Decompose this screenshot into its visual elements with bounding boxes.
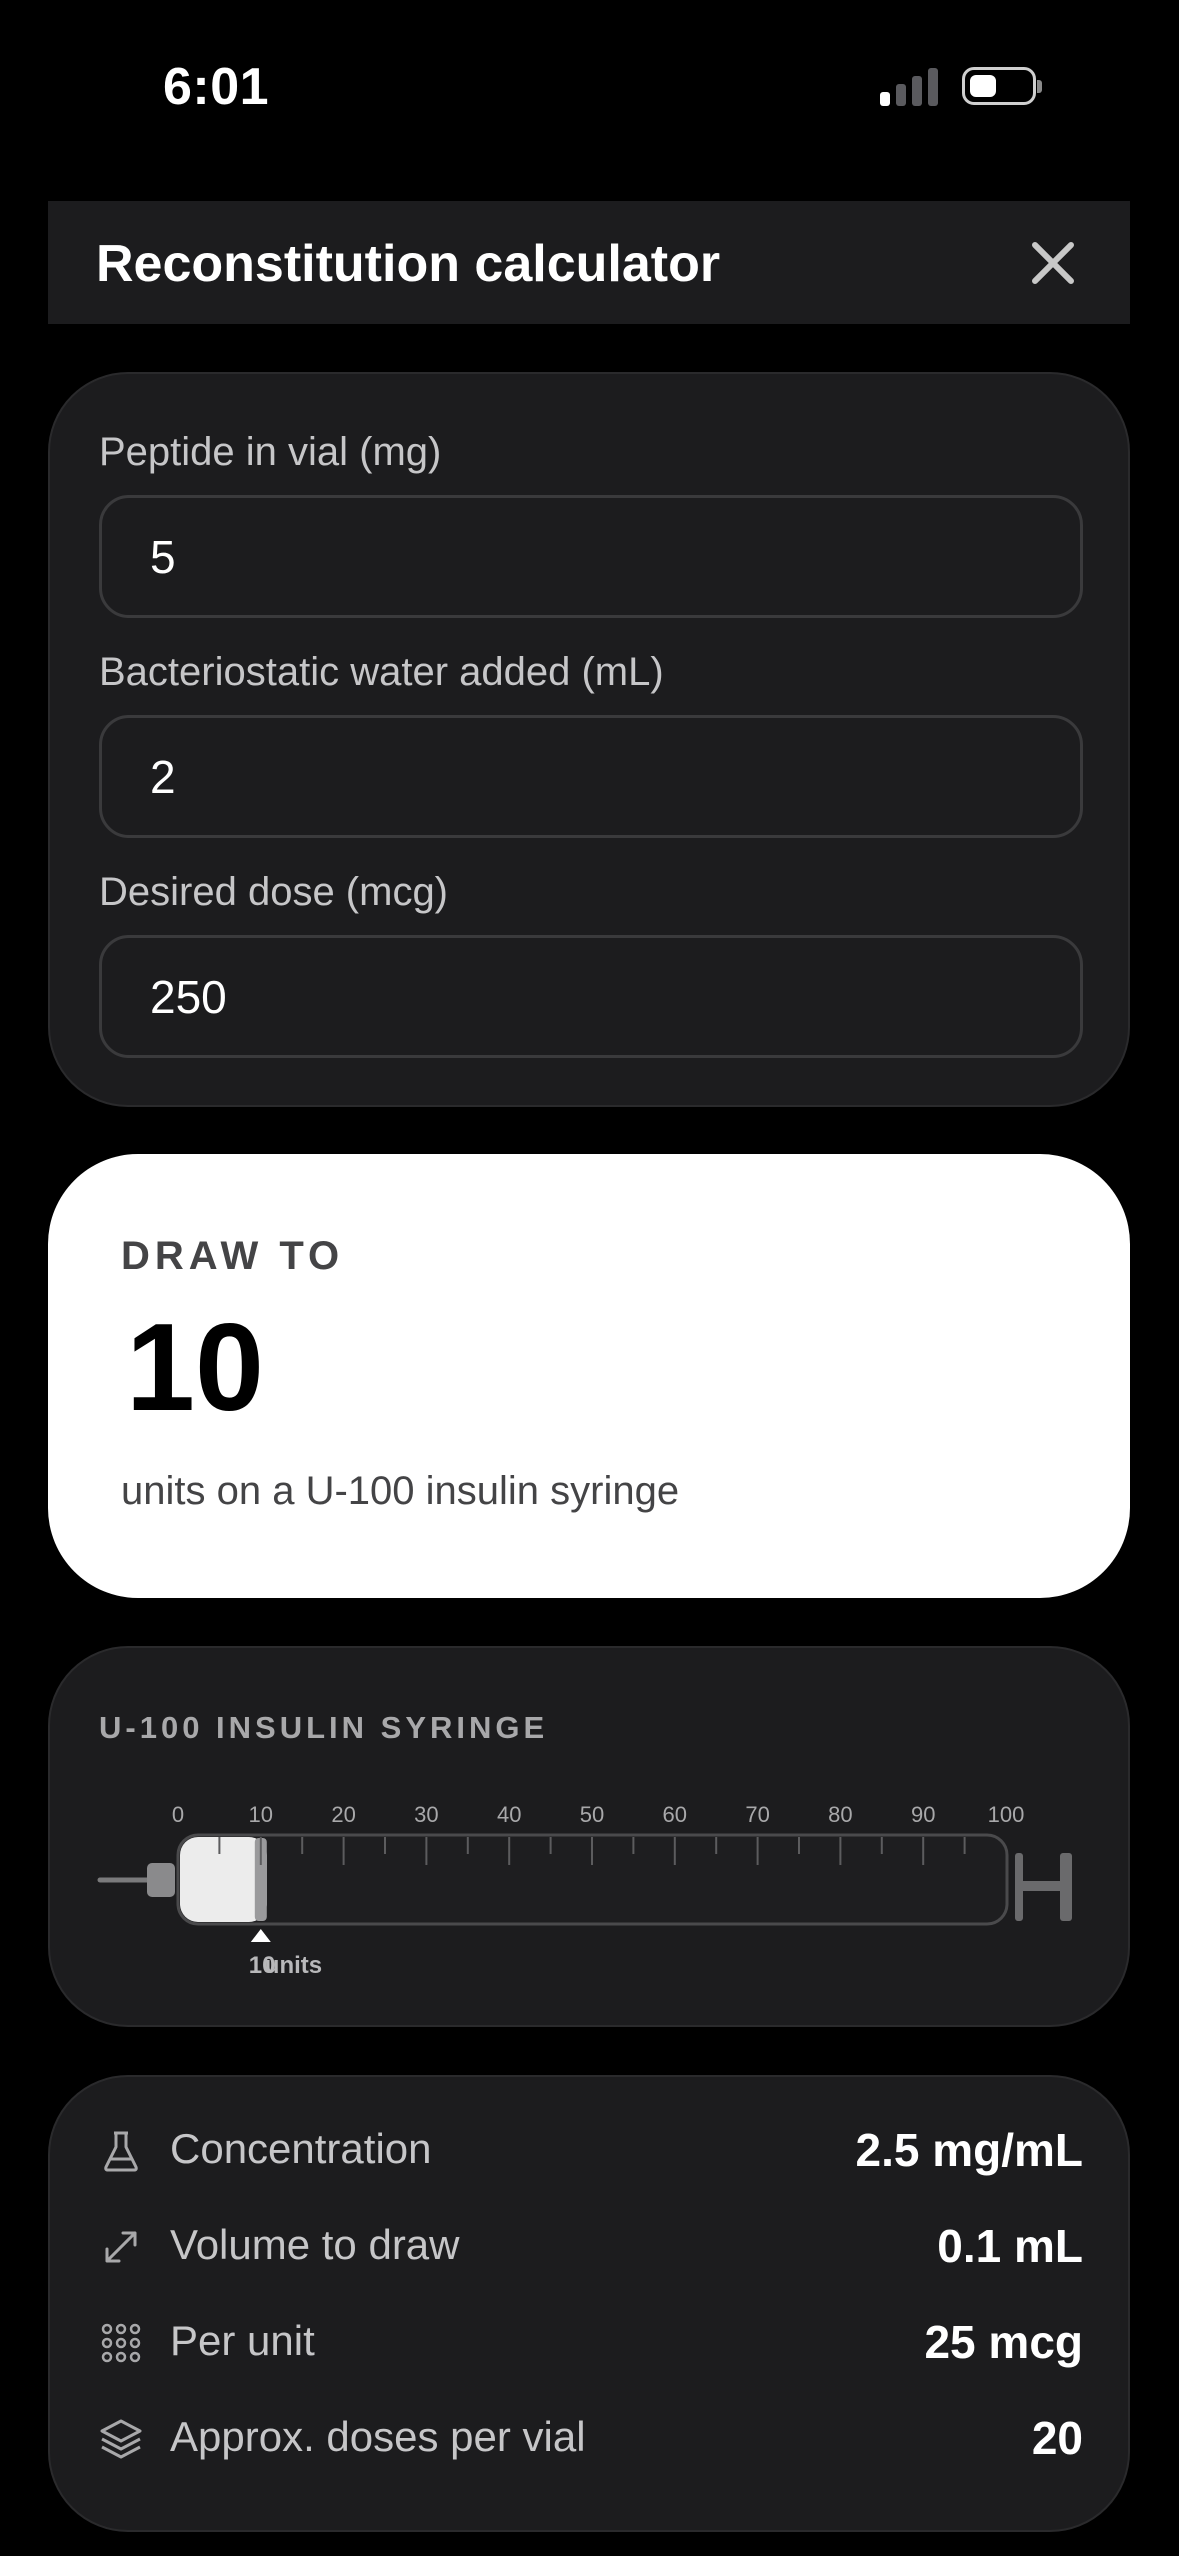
water-label: Bacteriostatic water added (mL) bbox=[99, 650, 664, 694]
status-time: 6:01 bbox=[163, 58, 270, 116]
syringe-graphic: 0 10 20 30 40 50 60 70 80 90 100 10 units bbox=[97, 1802, 1072, 1979]
stat-label: Volume to draw bbox=[170, 2221, 460, 2268]
syringe-tick-label: 80 bbox=[828, 1802, 852, 1827]
stat-value: 0.1 mL bbox=[937, 2220, 1083, 2272]
battery-icon bbox=[962, 67, 1042, 105]
stat-row-concentration: Concentration 2.5 mg/mL bbox=[50, 2103, 1132, 2199]
syringe-tick-label: 10 bbox=[249, 1802, 273, 1827]
syringe-tick-label: 0 bbox=[172, 1802, 184, 1827]
syringe-thumb-rest bbox=[1060, 1853, 1072, 1921]
header-bar: Reconstitution calculator bbox=[48, 201, 1130, 324]
result-kicker: DRAW TO bbox=[121, 1234, 345, 1278]
syringe-tick-label: 70 bbox=[745, 1802, 769, 1827]
dose-label: Desired dose (mcg) bbox=[99, 870, 449, 914]
result-card: DRAW TO 10 units on a U-100 insulin syri… bbox=[48, 1154, 1130, 1598]
syringe-tick-label: 100 bbox=[988, 1802, 1025, 1827]
syringe-tick-label: 30 bbox=[414, 1802, 438, 1827]
syringe-plunger-rod bbox=[1023, 1881, 1063, 1891]
syringe-tick-labels: 0 10 20 30 40 50 60 70 80 90 100 bbox=[172, 1802, 1024, 1827]
result-value: 10 bbox=[126, 1299, 264, 1437]
stat-row-doses: Approx. doses per vial 20 bbox=[50, 2391, 1132, 2487]
stats-card: Concentration 2.5 mg/mL Volume to draw 0… bbox=[48, 2075, 1130, 2532]
syringe-hub bbox=[147, 1863, 175, 1897]
stack-layers-icon bbox=[100, 2419, 142, 2459]
water-input[interactable] bbox=[99, 715, 1083, 838]
stat-row-per-unit: Per unit 25 mcg bbox=[50, 2295, 1132, 2391]
stat-label: Per unit bbox=[170, 2317, 315, 2364]
stat-label: Approx. doses per vial bbox=[170, 2413, 586, 2460]
syringe-tick-label: 40 bbox=[497, 1802, 521, 1827]
dot-grid-icon bbox=[101, 2323, 141, 2363]
syringe-marker-unit: units bbox=[265, 1952, 322, 1979]
result-subtitle: units on a U-100 insulin syringe bbox=[121, 1469, 680, 1513]
syringe-flange bbox=[1015, 1853, 1023, 1921]
syringe-fill-level bbox=[180, 1837, 267, 1922]
syringe-marker-triangle bbox=[250, 1929, 271, 1942]
cellular-signal-icon bbox=[880, 66, 942, 106]
close-icon bbox=[1032, 242, 1074, 284]
peptide-input[interactable] bbox=[99, 495, 1083, 618]
flask-icon bbox=[104, 2131, 138, 2172]
syringe-tick-label: 50 bbox=[580, 1802, 604, 1827]
close-button[interactable] bbox=[1023, 233, 1083, 293]
inputs-card: Peptide in vial (mg) Bacteriostatic wate… bbox=[48, 372, 1130, 1107]
stat-value: 2.5 mg/mL bbox=[855, 2124, 1083, 2176]
stat-value: 20 bbox=[1031, 2412, 1083, 2464]
peptide-label: Peptide in vial (mg) bbox=[99, 430, 442, 474]
syringe-tick-label: 60 bbox=[663, 1802, 687, 1827]
syringe-card: U-100 INSULIN SYRINGE 0 10 20 30 40 50 60 70 80 9… bbox=[48, 1646, 1130, 2027]
stat-label: Concentration bbox=[170, 2125, 432, 2172]
dose-input[interactable] bbox=[99, 935, 1083, 1058]
page-title: Reconstitution calculator bbox=[96, 235, 721, 293]
syringe-tick-label: 90 bbox=[911, 1802, 935, 1827]
stat-row-volume: Volume to draw 0.1 mL bbox=[50, 2199, 1132, 2295]
syringe-tick-label: 20 bbox=[331, 1802, 355, 1827]
stat-value: 25 mcg bbox=[924, 2316, 1083, 2368]
diagonal-arrows-icon bbox=[105, 2231, 137, 2263]
